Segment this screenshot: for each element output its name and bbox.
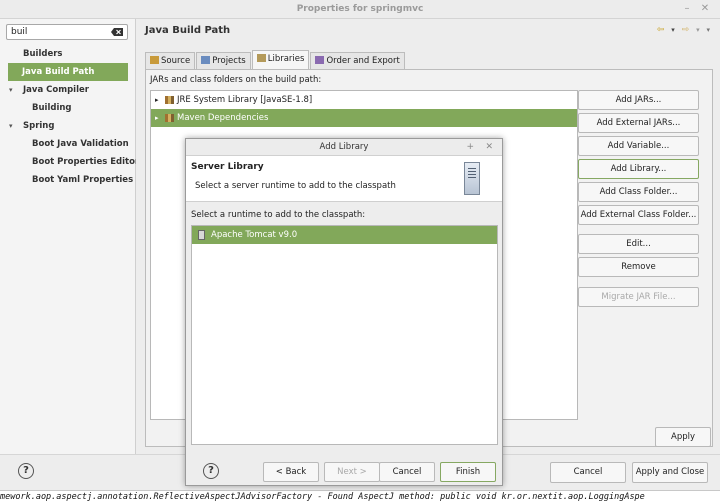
window-title: Properties for springmvc: [296, 4, 424, 14]
dialog-heading: Server Library: [191, 162, 264, 172]
add-external-class-folder-button[interactable]: Add External Class Folder...: [578, 205, 699, 225]
expand-toggle-icon[interactable]: ▸: [155, 91, 159, 109]
expand-toggle-icon[interactable]: ▾: [9, 81, 13, 99]
cancel-button[interactable]: Cancel: [550, 462, 626, 483]
build-path-tabs: Source Projects Libraries Order and Export: [145, 50, 406, 71]
back-arrow-icon[interactable]: ⇦: [657, 25, 665, 35]
filter-input[interactable]: [11, 26, 107, 38]
remove-button[interactable]: Remove: [578, 257, 699, 277]
tree-item[interactable]: Boot Properties Editor: [0, 153, 136, 171]
list-item[interactable]: Apache Tomcat v9.0: [192, 226, 497, 244]
tree-item[interactable]: Building: [0, 99, 136, 117]
jars-label: JARs and class folders on the build path…: [150, 75, 322, 85]
page-navigation: ⇦ ▾ ⇨ ▾ ▾: [653, 25, 710, 37]
add-library-button[interactable]: Add Library...: [578, 159, 699, 179]
tree-item-label: Java Build Path: [22, 67, 95, 77]
expand-toggle-icon[interactable]: ▸: [155, 109, 159, 127]
runtime-list-label: Select a runtime to add to the classpath…: [191, 210, 366, 220]
list-item[interactable]: ▸ JRE System Library [JavaSE-1.8]: [151, 91, 577, 109]
dialog-header: Server Library Select a server runtime t…: [186, 156, 502, 202]
tree-item-label: Building: [32, 103, 72, 113]
tab-libraries[interactable]: Libraries: [251, 50, 310, 71]
dialog-description: Select a server runtime to add to the cl…: [195, 181, 396, 191]
clear-icon[interactable]: [111, 28, 123, 36]
filter-field[interactable]: [6, 24, 128, 40]
migrate-jar-file-button[interactable]: Migrate JAR File...: [578, 287, 699, 307]
page-title: Java Build Path: [145, 25, 231, 36]
close-icon[interactable]: ✕: [699, 3, 711, 15]
apply-and-close-button[interactable]: Apply and Close: [632, 462, 708, 483]
tree-item-label: Boot Java Validation: [32, 139, 129, 149]
preference-tree: Builders Java Build Path ▾ Java Compiler Bui…: [0, 45, 136, 189]
source-icon: [150, 56, 159, 64]
tree-item-label: Spring: [23, 121, 55, 131]
tab-label: Libraries: [267, 54, 305, 64]
library-icon: [165, 114, 174, 122]
chevron-down-icon[interactable]: ▾: [671, 26, 675, 34]
window-titlebar: Properties for springmvc – ✕: [0, 0, 720, 19]
expand-toggle-icon[interactable]: ▾: [9, 117, 13, 135]
apply-button[interactable]: Apply: [655, 427, 711, 447]
dialog-titlebar: Add Library + ✕: [186, 139, 502, 156]
tab-label: Order and Export: [326, 56, 400, 66]
chevron-down-icon[interactable]: ▾: [696, 26, 700, 34]
edit-button[interactable]: Edit...: [578, 234, 699, 254]
dialog-title: Add Library: [319, 142, 369, 152]
tab-label: Projects: [212, 56, 246, 66]
close-icon[interactable]: ✕: [485, 139, 493, 156]
tomcat-icon: [198, 230, 205, 240]
forward-arrow-icon[interactable]: ⇨: [682, 25, 690, 35]
projects-icon: [201, 56, 211, 64]
tree-item[interactable]: Boot Java Validation: [0, 135, 136, 153]
order-icon: [315, 56, 325, 64]
list-item-label: Maven Dependencies: [177, 113, 269, 123]
menu-icon[interactable]: ▾: [706, 26, 710, 34]
tree-item-label: Boot Properties Editor: [32, 157, 136, 167]
finish-button[interactable]: Finish: [440, 462, 496, 482]
help-icon[interactable]: ?: [18, 463, 34, 479]
library-icon: [165, 96, 174, 104]
tab-label: Source: [161, 56, 191, 66]
next-button[interactable]: Next >: [324, 462, 380, 482]
libraries-icon: [256, 54, 266, 62]
tree-item-label: Java Compiler: [23, 85, 89, 95]
add-external-jars-button[interactable]: Add External JARs...: [578, 113, 699, 133]
help-icon[interactable]: ?: [203, 463, 219, 479]
maximize-icon[interactable]: +: [466, 139, 474, 156]
list-item-label: Apache Tomcat v9.0: [211, 230, 298, 240]
tree-item[interactable]: Builders: [0, 45, 136, 63]
add-library-dialog: Add Library + ✕ Server Library Select a …: [185, 138, 503, 486]
back-button[interactable]: < Back: [263, 462, 319, 482]
add-class-folder-button[interactable]: Add Class Folder...: [578, 182, 699, 202]
tree-item[interactable]: Java Build Path: [8, 63, 128, 81]
tree-item-label: Boot Yaml Properties E: [32, 175, 136, 185]
tree-item[interactable]: ▾ Java Compiler: [0, 81, 136, 99]
tree-item[interactable]: Boot Yaml Properties E: [0, 171, 136, 189]
dialog-cancel-button[interactable]: Cancel: [379, 462, 435, 482]
list-item[interactable]: ▸ Maven Dependencies: [151, 109, 577, 127]
tree-item[interactable]: ▾ Spring: [0, 117, 136, 135]
runtime-list[interactable]: Apache Tomcat v9.0: [191, 225, 498, 445]
preference-tree-pane: Builders Java Build Path ▾ Java Compiler Bui…: [0, 19, 136, 454]
add-variable-button[interactable]: Add Variable...: [578, 136, 699, 156]
console-output: mework.aop.aspectj.annotation.Reflective…: [0, 490, 720, 504]
minimize-icon[interactable]: –: [681, 3, 693, 15]
server-icon: [464, 162, 480, 195]
tree-item-label: Builders: [23, 49, 63, 59]
list-item-label: JRE System Library [JavaSE-1.8]: [177, 95, 313, 105]
add-jars-button[interactable]: Add JARs...: [578, 90, 699, 110]
